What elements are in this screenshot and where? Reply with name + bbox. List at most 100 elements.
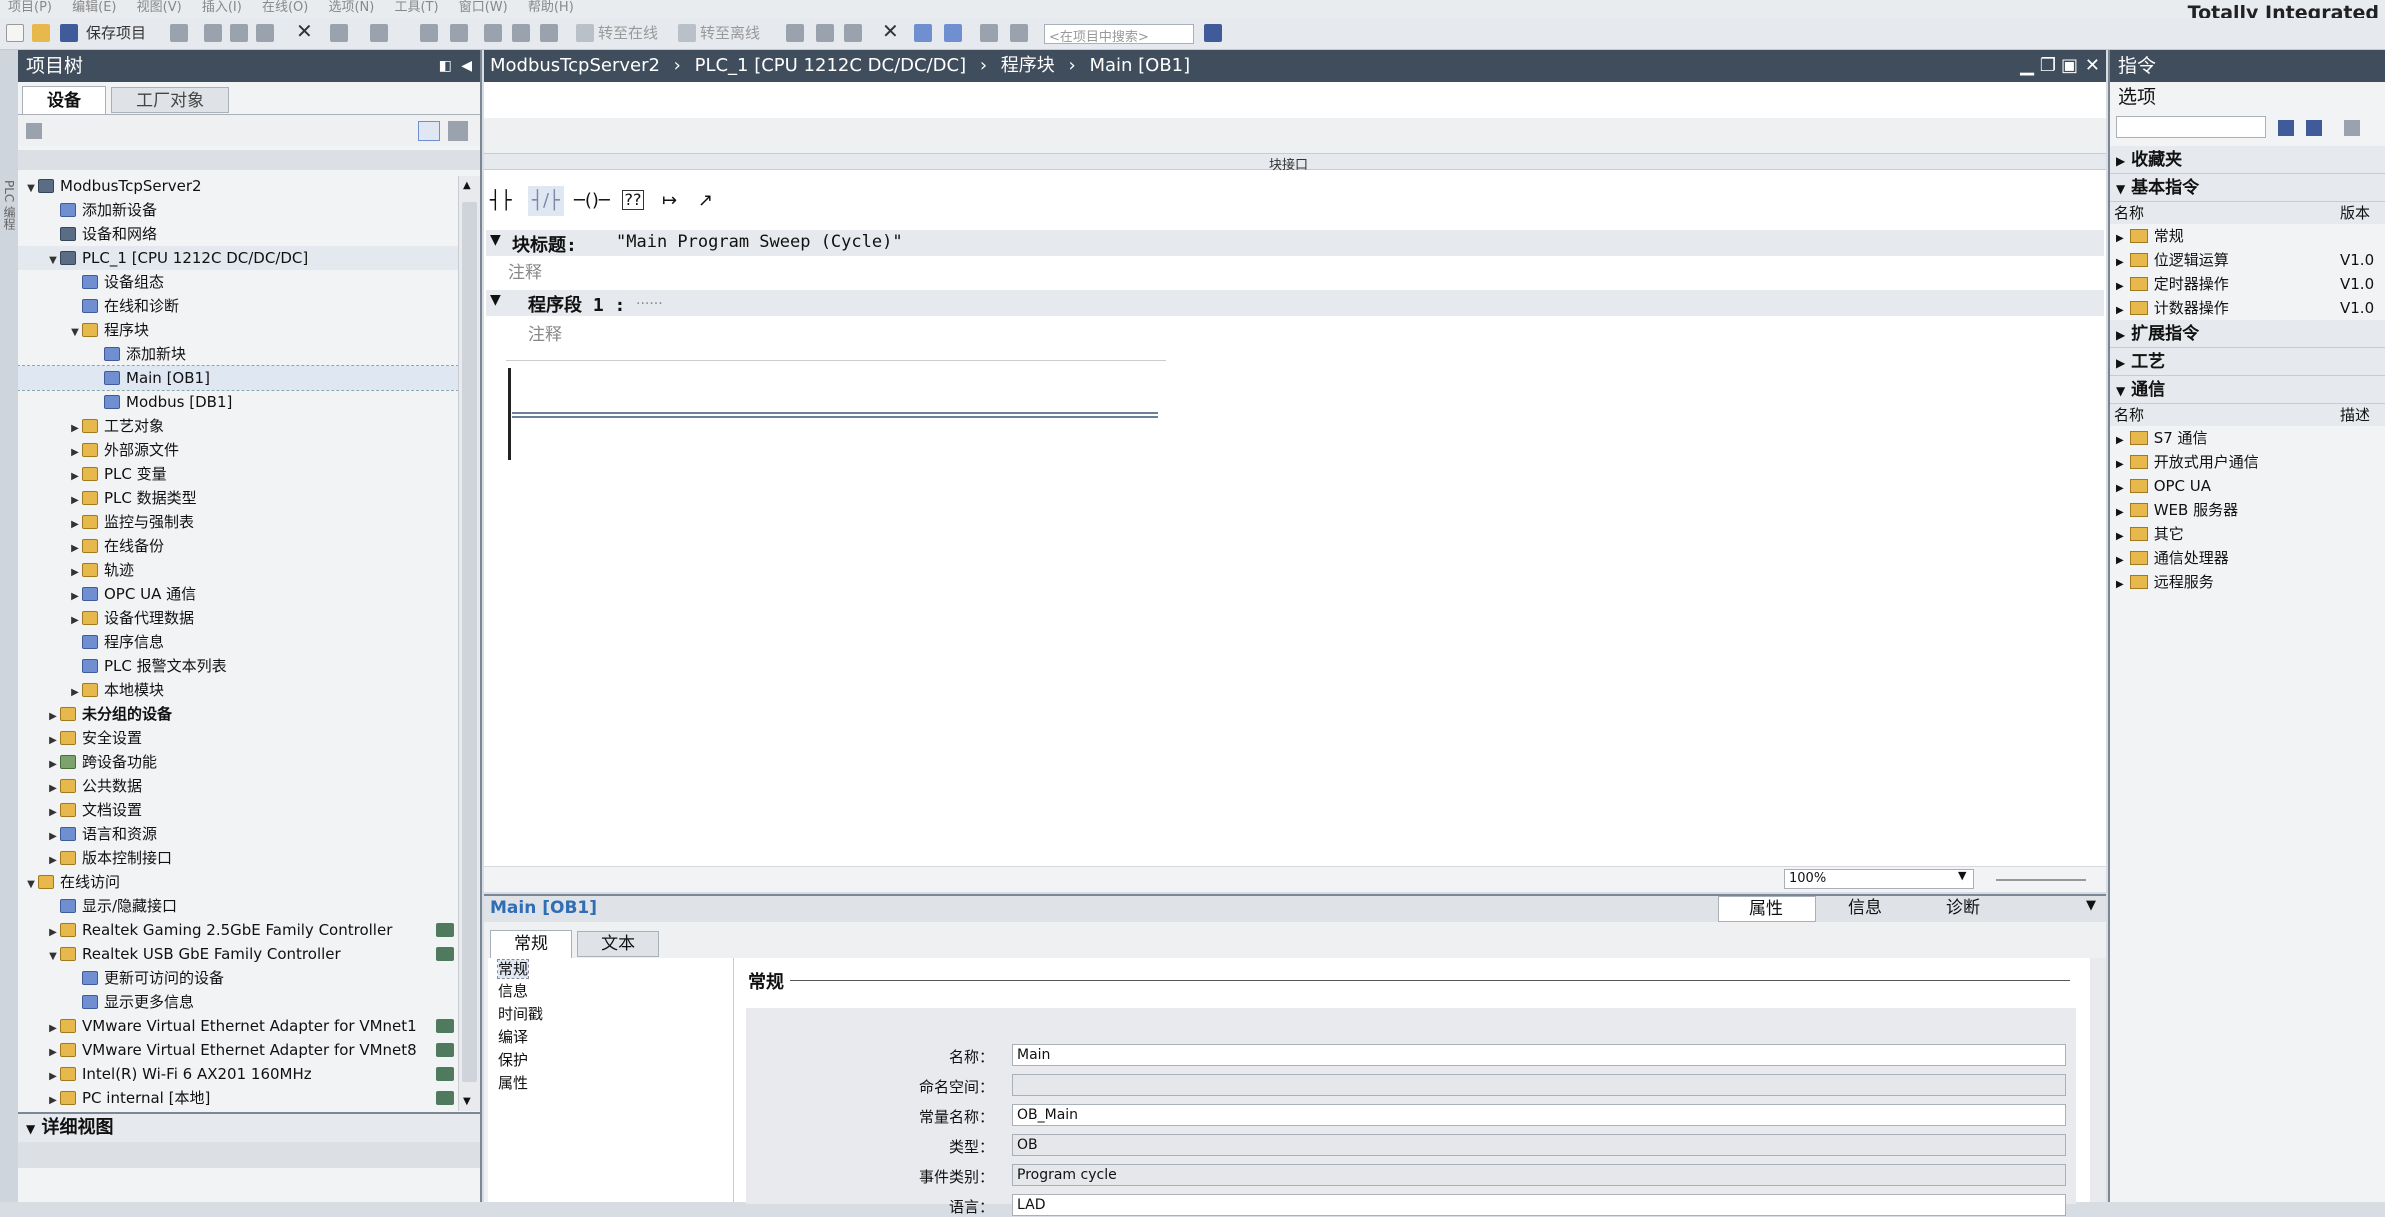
tab-plant-objects[interactable]: 工厂对象 [111,87,230,113]
zoom-select[interactable]: 100% [1784,869,1974,889]
nav-protection[interactable]: 保护 [488,1049,733,1072]
redo-icon[interactable] [370,24,388,42]
accessible-devices-icon[interactable] [786,24,804,42]
expand-right-icon[interactable]: ▶ [2116,531,2124,542]
tab-properties[interactable]: 属性 [1718,896,1816,922]
tree-node[interactable]: ▶ 轨迹 [18,558,458,582]
breadcrumb-blocks[interactable]: 程序块 [1001,55,1055,76]
tree-node[interactable]: ▶ Realtek Gaming 2.5GbE Family Controller [18,918,458,942]
tree-node[interactable]: ▶ 版本控制接口 [18,846,458,870]
menu-online[interactable]: 在线(O) [254,1,316,15]
tree-node[interactable]: ▼ PLC_1 [CPU 1212C DC/DC/DC] [18,246,458,270]
tree-node[interactable]: ▶ VMware Virtual Ethernet Adapter for VMn… [18,1014,458,1038]
menu-options[interactable]: 选项(N) [320,1,382,15]
basic-section[interactable]: ▼ 基本指令 [2110,174,2385,202]
chevron-down-icon[interactable]: ▼ [490,292,501,308]
tree-node[interactable]: 添加新设备 [18,198,458,222]
chevron-down-icon[interactable]: ▼ [1958,869,1966,882]
close-branch-icon[interactable]: ↗ [698,190,713,211]
nav-compile[interactable]: 编译 [488,1026,733,1049]
technology-section[interactable]: ▶ 工艺 [2110,348,2385,376]
expand-right-icon[interactable]: ▶ [46,1089,60,1109]
open-branch-icon[interactable]: ↦ [662,190,677,211]
save-icon[interactable] [60,24,78,42]
expand-right-icon[interactable]: ▶ [2116,483,2124,494]
tree-node[interactable]: ▶ 外部源文件 [18,438,458,462]
nav-general[interactable]: 常规 [496,959,530,979]
go-offline-button[interactable]: 转至离线 [700,22,760,43]
save-project-button[interactable]: 保存项目 [86,22,146,43]
chevron-down-icon[interactable]: ▼ [490,232,501,248]
tree-node[interactable]: ▶ 在线备份 [18,534,458,558]
split-editor-icon[interactable] [420,24,438,42]
expand-right-icon[interactable]: ▶ [2116,305,2124,316]
go-online-icon[interactable] [576,24,594,42]
pin-icon[interactable]: ◧ [439,50,452,82]
extended-section[interactable]: ▶ 扩展指令 [2110,320,2385,348]
split-vertical-icon[interactable] [944,24,962,42]
expand-right-icon[interactable]: ▶ [2116,435,2124,446]
tree-node[interactable]: ▶ 未分组的设备 [18,702,458,726]
simulation-icon[interactable] [540,24,558,42]
menu-help[interactable]: 帮助(H) [520,1,582,15]
start-cpu-icon[interactable] [816,24,834,42]
close-editor-icon[interactable]: ✕ [2085,50,2100,82]
tree-node[interactable]: ▶ VMware Virtual Ethernet Adapter for VMn… [18,1038,458,1062]
comm-folder[interactable]: ▶ 其它 [2110,522,2385,546]
upload-icon[interactable] [512,24,530,42]
tree-node[interactable]: 更新可访问的设备 [18,966,458,990]
search-icon[interactable] [1204,24,1222,42]
maximize-icon[interactable]: ▣ [2061,50,2078,82]
menu-tools[interactable]: 工具(T) [386,1,446,15]
scroll-thumb[interactable] [462,202,477,1082]
block-interface-bar[interactable]: 块接口 [484,154,2106,173]
tab-diagnostics[interactable]: 诊断 [1916,896,2012,922]
tree-node[interactable]: 程序信息 [18,630,458,654]
scroll-down-icon[interactable]: ▼ [463,1096,471,1107]
menu-project[interactable]: 项目(P) [0,1,60,15]
menu-edit[interactable]: 编辑(E) [64,1,124,15]
cut-icon[interactable] [204,24,222,42]
tree-node[interactable]: ▼ Realtek USB GbE Family Controller [18,942,458,966]
expand-right-icon[interactable]: ▶ [2116,233,2124,244]
empty-rung[interactable] [512,412,1158,418]
close-icon[interactable]: ✕ [882,19,899,43]
field-input[interactable]: Main [1012,1044,2066,1066]
delete-icon[interactable]: ✕ [296,19,313,43]
communication-section[interactable]: ▼ 通信 [2110,376,2385,404]
download-icon[interactable] [484,24,502,42]
nav-timestamps[interactable]: 时间戳 [488,1003,733,1026]
tree-node[interactable]: ▶ 语言和资源 [18,822,458,846]
tree-node[interactable]: ▶ 工艺对象 [18,414,458,438]
expand-right-icon[interactable]: ▶ [2116,555,2124,566]
tree-node[interactable]: 显示更多信息 [18,990,458,1014]
block-title-value[interactable]: "Main Program Sweep (Cycle)" [616,232,903,252]
field-input[interactable]: LAD [1012,1194,2066,1216]
tree-node[interactable]: 显示/隐藏接口 [18,894,458,918]
go-online-button[interactable]: 转至在线 [598,22,658,43]
paste-icon[interactable] [256,24,274,42]
menu-insert[interactable]: 插入(I) [194,1,250,15]
tree-node[interactable]: 添加新块 [18,342,458,366]
tree-node[interactable]: ▼ ModbusTcpServer2 [18,174,458,198]
tree-node[interactable]: ▼ 程序块 [18,318,458,342]
expand-right-icon[interactable]: ▶ [2116,257,2124,268]
tree-node[interactable]: ▶ PC internal [本地] [18,1086,458,1109]
tree-node[interactable]: ▶ 安全设置 [18,726,458,750]
split-horizontal-icon[interactable] [914,24,932,42]
tree-node[interactable]: ▶ PLC 数据类型 [18,486,458,510]
field-input[interactable]: Program cycle [1012,1164,2066,1186]
tree-node[interactable]: 设备和网络 [18,222,458,246]
tree-node[interactable]: ▶ PLC 变量 [18,462,458,486]
tree-node[interactable]: ▶ OPC UA 通信 [18,582,458,606]
find-down-icon[interactable] [2278,120,2294,136]
instruction-folder[interactable]: ▶ 定时器操作 V1.0 [2110,272,2385,296]
field-input[interactable] [1012,1074,2066,1096]
expand-right-icon[interactable]: ▶ [2116,459,2124,470]
cross-reference-icon[interactable] [980,24,998,42]
expand-right-icon[interactable]: ▶ [2116,281,2124,292]
tab-info[interactable]: 信息 [1818,896,1914,922]
comm-folder[interactable]: ▶ 通信处理器 [2110,546,2385,570]
tab-devices[interactable]: 设备 [22,86,106,114]
network-title[interactable]: ...... [636,292,663,308]
